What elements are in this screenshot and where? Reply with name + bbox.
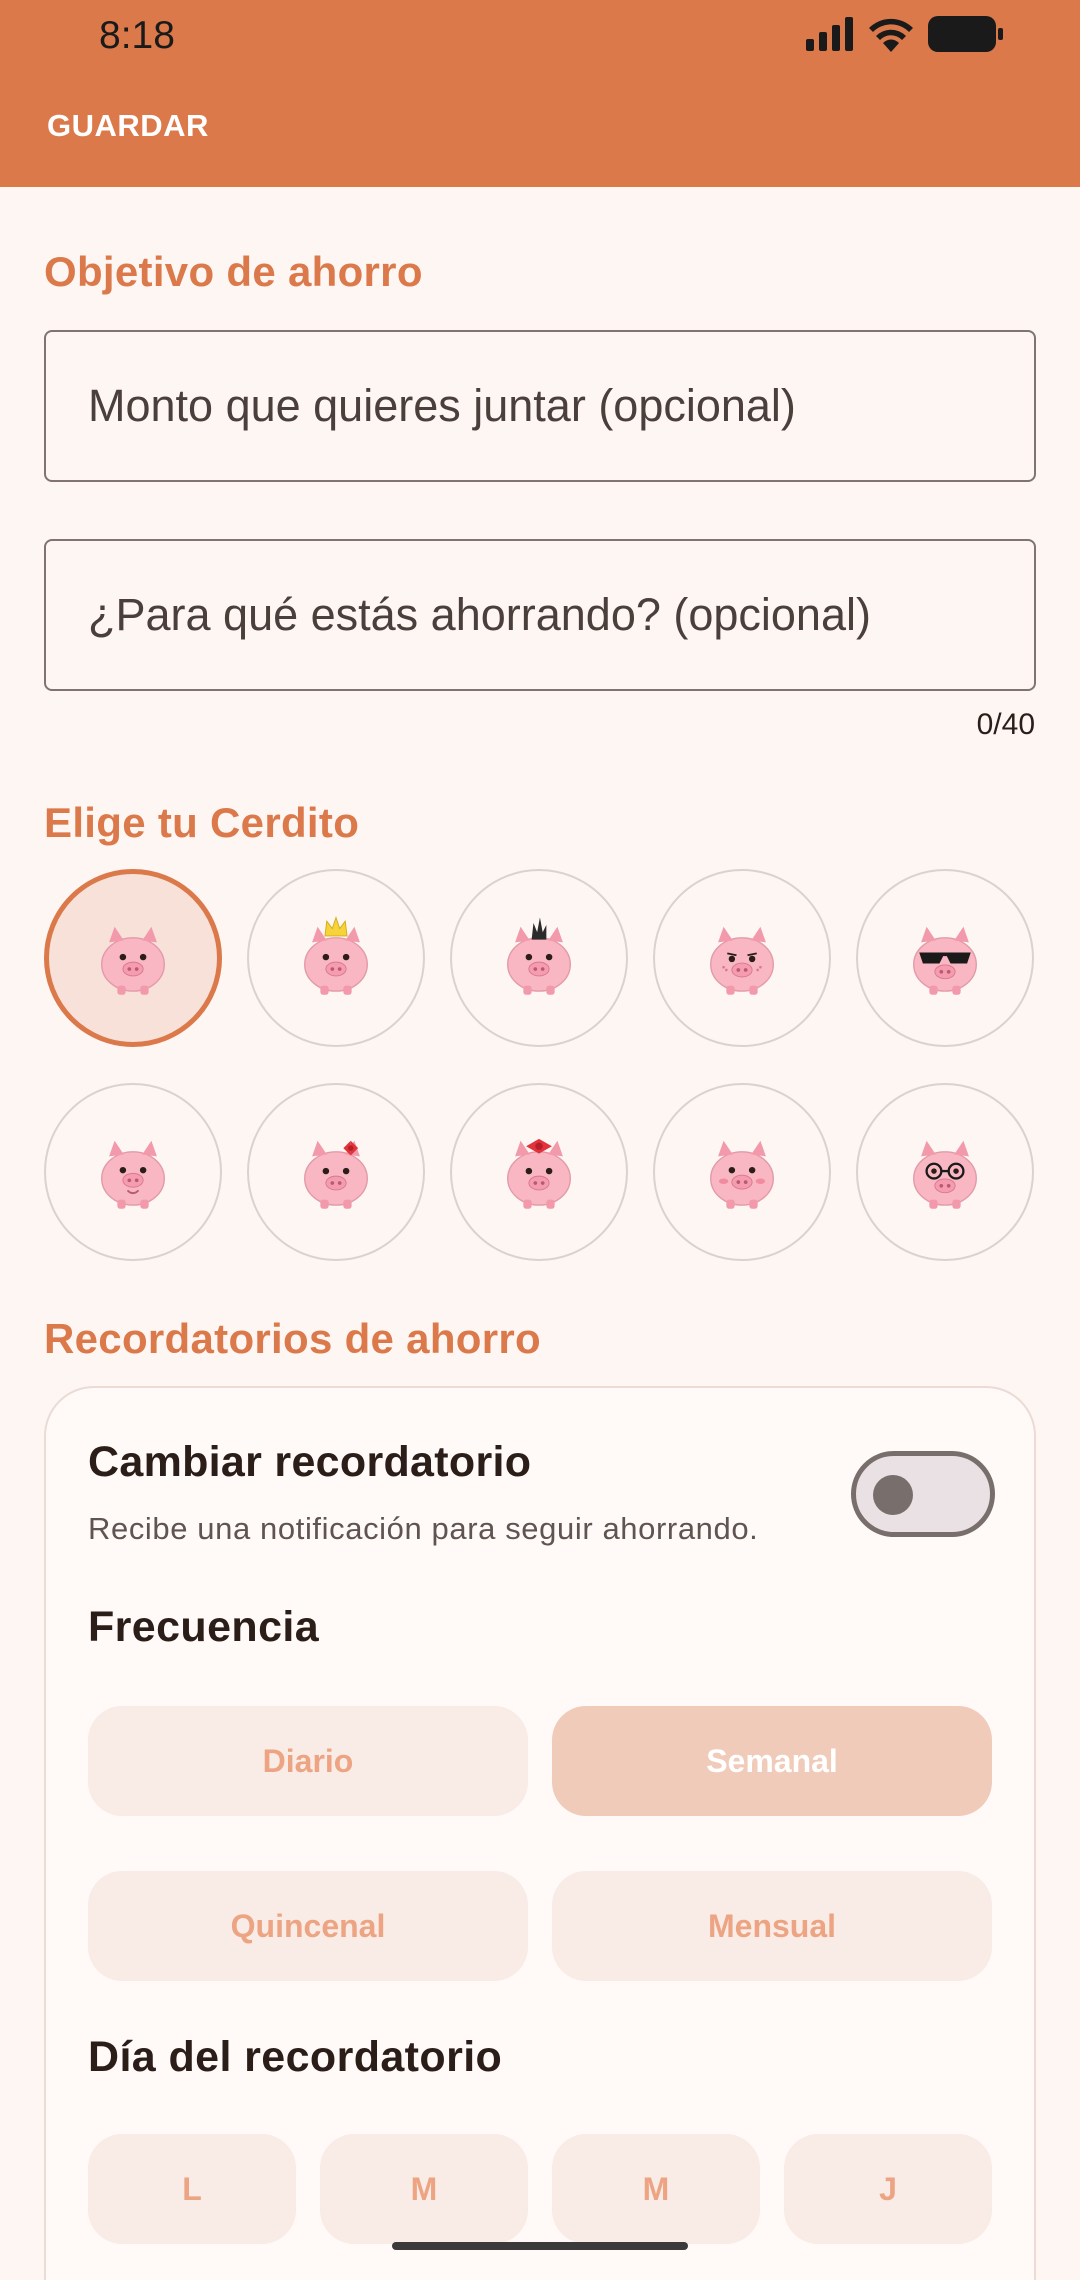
reminder-toggle[interactable] [851, 1451, 995, 1537]
pig-section-title: Elige tu Cerdito [44, 799, 360, 846]
pig-freckles-icon [710, 926, 774, 995]
reminder-day-title: Día del recordatorio [88, 2033, 503, 2081]
pig-option-9[interactable] [653, 1083, 831, 1261]
pig-option-1[interactable] [44, 869, 222, 1047]
save-button[interactable]: GUARDAR [47, 108, 209, 144]
frequency-title: Frecuencia [88, 1603, 320, 1651]
pig-crown-icon [304, 916, 368, 995]
reminder-toggle-title: Cambiar recordatorio [88, 1438, 532, 1486]
amount-field[interactable] [44, 330, 1036, 482]
purpose-field[interactable] [44, 539, 1036, 691]
signal-icon [806, 17, 853, 51]
reminders-section-title: Recordatorios de ahorro [44, 1315, 541, 1362]
pig-red-bow-icon [507, 1138, 571, 1209]
character-counter: 0/40 [976, 708, 1035, 741]
pig-option-4[interactable] [653, 869, 831, 1047]
reminder-toggle-subtitle: Recibe una notificación para seguir ahor… [88, 1511, 759, 1546]
pig-option-8[interactable] [450, 1083, 628, 1261]
amount-input[interactable] [46, 332, 1034, 480]
pig-option-6[interactable] [44, 1083, 222, 1261]
pig-option-10[interactable] [856, 1083, 1034, 1261]
frequency-chip-monthly[interactable]: Mensual [552, 1871, 992, 1981]
frequency-chip-biweekly[interactable]: Quincenal [88, 1871, 528, 1981]
top-app-bar: 8:18 GUARDAR [0, 0, 1080, 187]
day-chip-thursday[interactable]: J [784, 2134, 992, 2244]
pig-plain-icon [101, 926, 165, 995]
pig-option-7[interactable] [247, 1083, 425, 1261]
pig-option-2[interactable] [247, 869, 425, 1047]
pig-picker-grid [44, 869, 1036, 1264]
frequency-chip-daily[interactable]: Diario [88, 1706, 528, 1816]
home-indicator [392, 2242, 688, 2250]
day-chip-tuesday[interactable]: M [320, 2134, 528, 2244]
reminders-card: Cambiar recordatorio Recibe una notifica… [44, 1386, 1036, 2280]
pig-sunglasses-icon [913, 926, 977, 995]
purpose-input[interactable] [46, 541, 1034, 689]
pig-bow-icon [304, 1140, 368, 1209]
goal-section-title: Objetivo de ahorro [44, 248, 423, 295]
status-time: 8:18 [99, 14, 175, 57]
frequency-chip-weekly[interactable]: Semanal [552, 1706, 992, 1816]
pig-mohawk-icon [507, 917, 571, 995]
battery-icon [928, 16, 1003, 52]
pig-option-3[interactable] [450, 869, 628, 1047]
day-chip-monday[interactable]: L [88, 2134, 296, 2244]
pig-blush-icon [710, 1140, 774, 1209]
pig-smile-icon [101, 1140, 165, 1209]
pig-option-5[interactable] [856, 869, 1034, 1047]
day-chip-wednesday[interactable]: M [552, 2134, 760, 2244]
wifi-icon [869, 18, 913, 52]
status-icons [804, 14, 1004, 54]
pig-glasses-icon [913, 1140, 977, 1209]
toggle-knob [873, 1475, 913, 1515]
